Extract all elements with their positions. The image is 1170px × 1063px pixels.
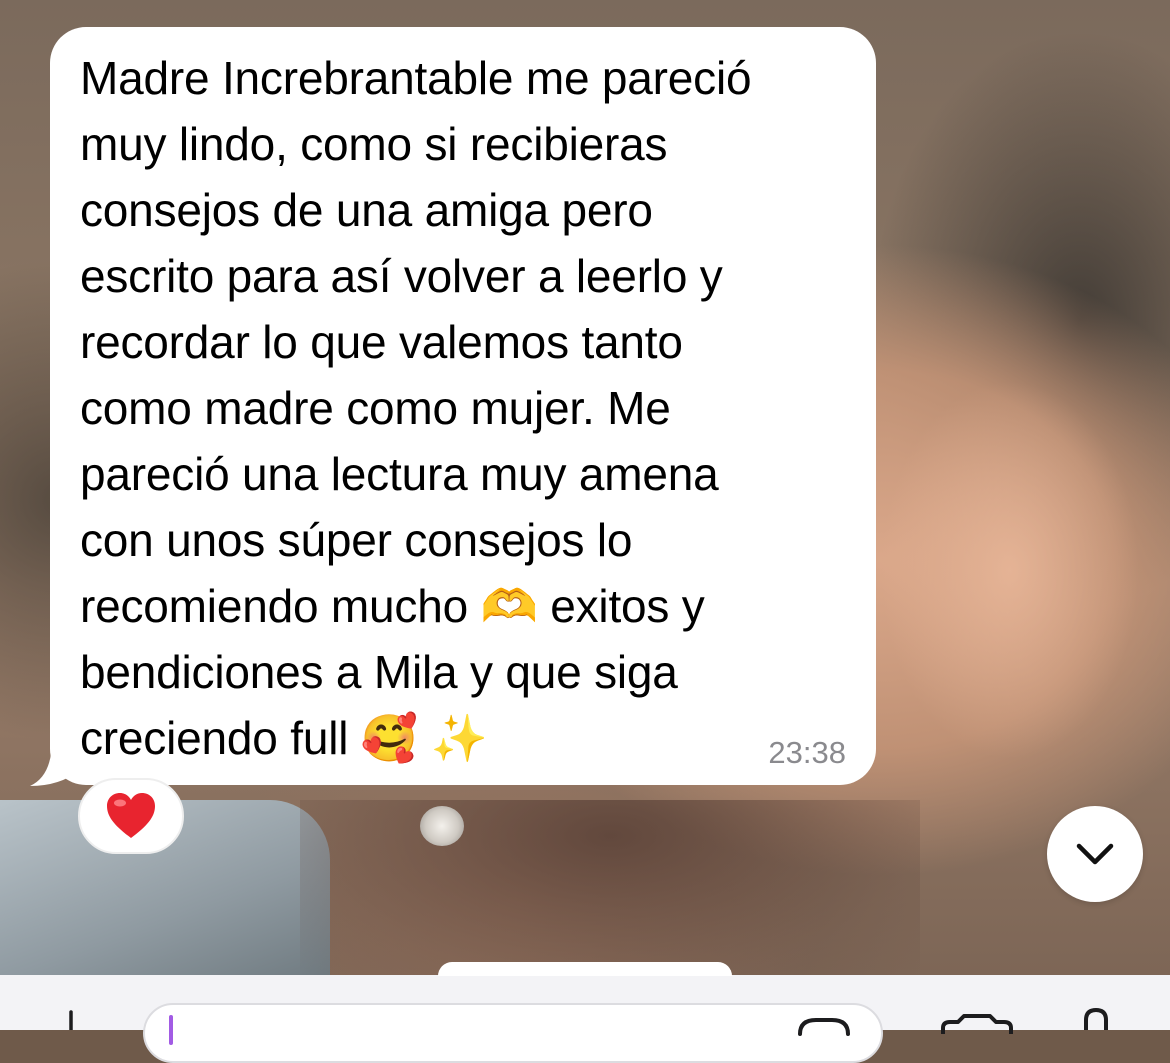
wallpaper-face [880,380,1140,760]
wallpaper-earring [420,806,464,846]
wallpaper-beard [300,800,920,975]
incoming-message-bubble[interactable]: Madre Increbrantable me pareció muy lind… [50,27,876,785]
message-reaction[interactable] [78,778,184,854]
message-timestamp: 23:38 [768,735,846,770]
plus-icon[interactable] [58,1010,84,1030]
text-caret [169,1015,173,1045]
heart-emoji-icon [107,793,155,838]
microphone-icon[interactable] [1076,1008,1116,1030]
message-input[interactable] [143,1003,883,1063]
message-text: Madre Increbrantable me pareció muy lind… [80,52,752,764]
chevron-down-icon [1076,843,1114,865]
keyboard-handle [438,962,732,976]
scroll-to-bottom-button[interactable] [1047,806,1143,902]
sticker-icon[interactable] [796,1016,852,1036]
camera-icon[interactable] [940,1014,1014,1034]
